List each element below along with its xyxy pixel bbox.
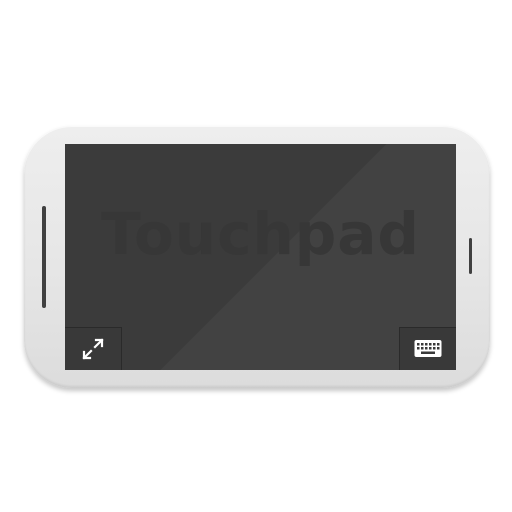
keyboard-icon bbox=[414, 339, 442, 359]
keyboard-button[interactable] bbox=[399, 327, 456, 370]
touchpad-watermark: Touchpad bbox=[101, 200, 420, 268]
device-frame: Touchpad bbox=[24, 126, 490, 388]
fullscreen-button[interactable] bbox=[65, 327, 122, 370]
side-button-right bbox=[469, 238, 472, 274]
touchpad-area[interactable]: Touchpad bbox=[65, 144, 456, 370]
side-button-left bbox=[42, 206, 46, 308]
fullscreen-toggle-icon bbox=[81, 337, 105, 361]
